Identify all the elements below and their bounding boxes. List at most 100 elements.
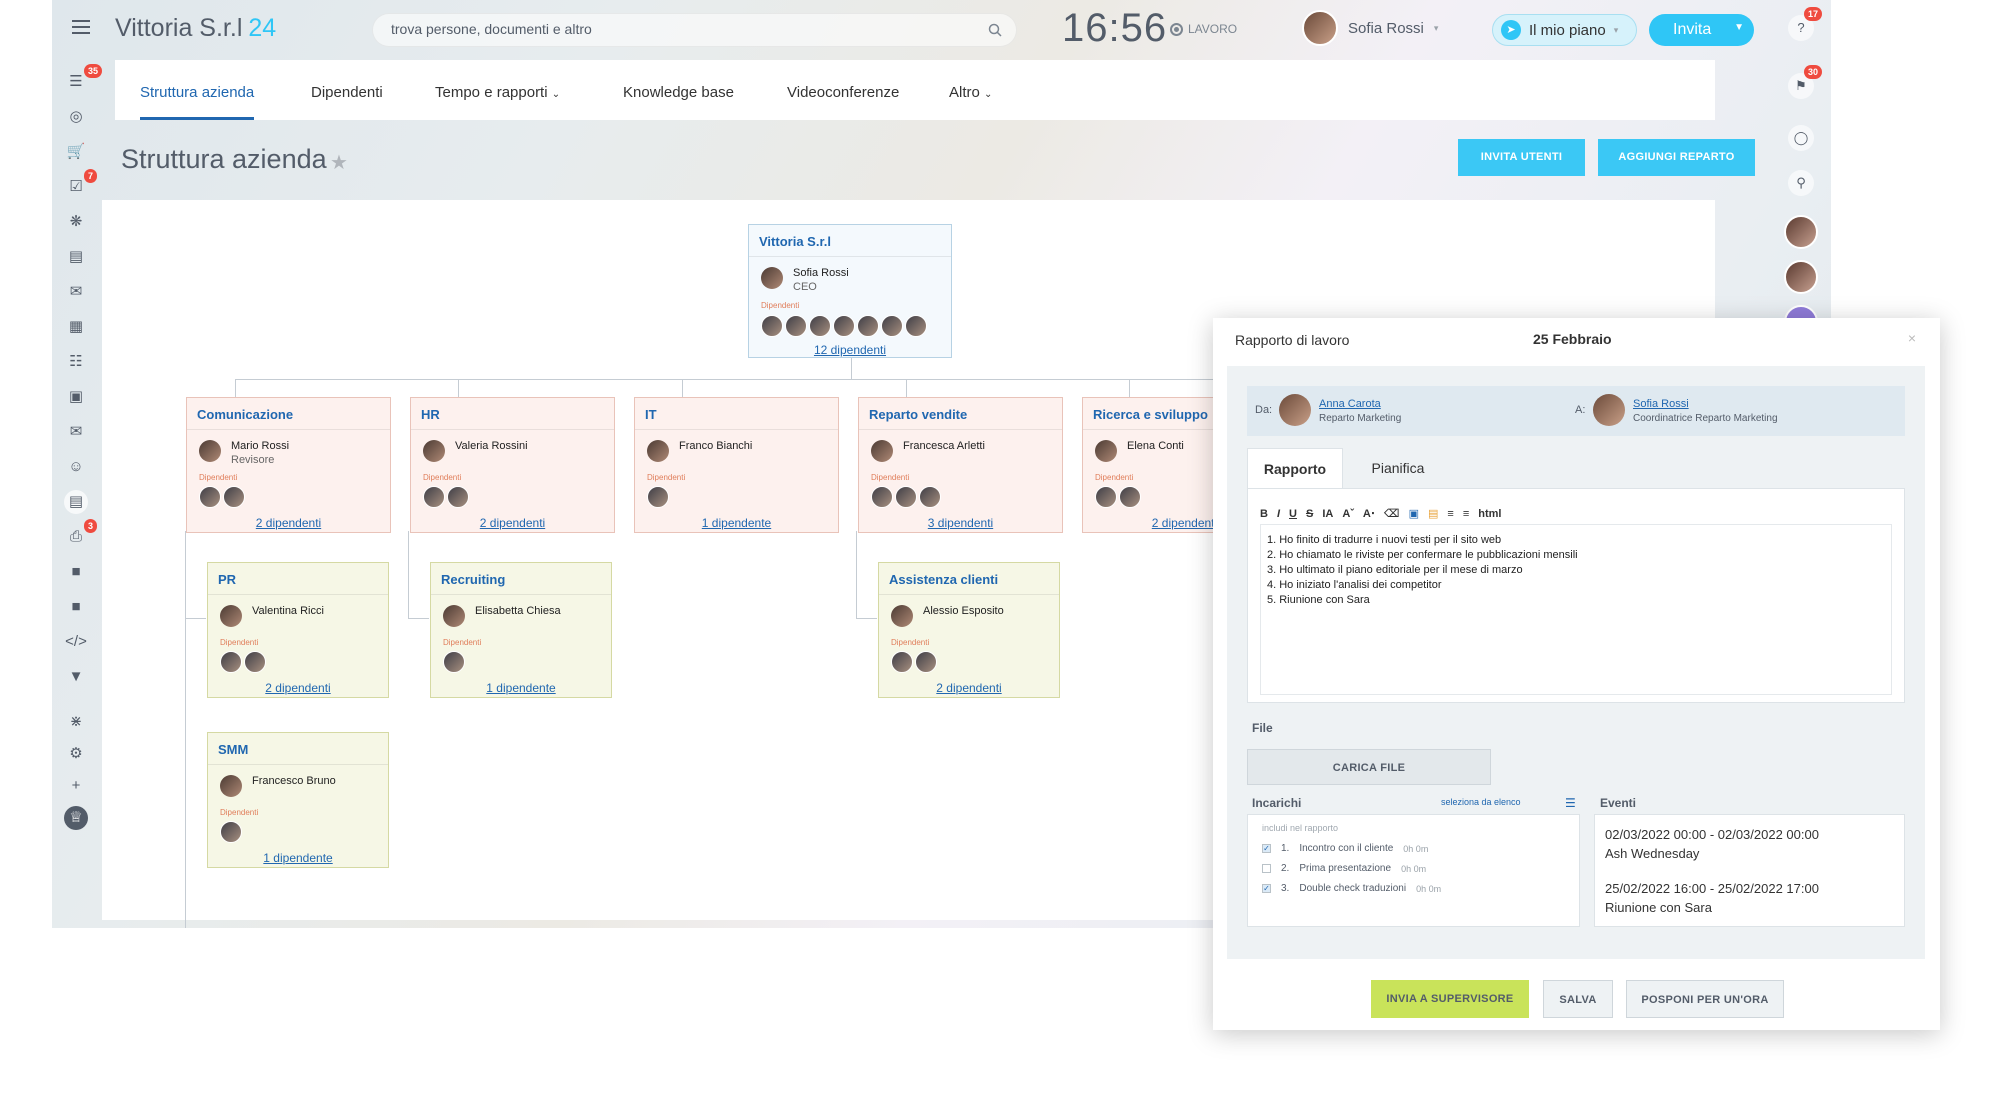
employee-avatars[interactable] xyxy=(871,486,941,508)
help-icon[interactable]: ? 17 xyxy=(1788,7,1823,41)
node-head-person[interactable]: Franco Bianchi xyxy=(647,440,752,462)
search-input[interactable] xyxy=(391,21,971,37)
org-node-recruiting[interactable]: Recruiting Elisabetta Chiesa Dipendenti … xyxy=(430,562,612,698)
tab-rapporto[interactable]: Rapporto xyxy=(1247,448,1343,488)
org-node-hr[interactable]: HR Valeria Rossini Dipendenti 2 dipenden… xyxy=(410,397,615,533)
node-title[interactable]: Comunicazione xyxy=(187,398,390,430)
tab-videoconferenze[interactable]: Videoconferenze xyxy=(787,84,899,101)
cart-icon[interactable]: 🛒 xyxy=(64,140,88,164)
ordered-list-icon[interactable]: ≡ xyxy=(1447,508,1453,520)
printer-icon[interactable]: ⎙ 3 xyxy=(64,519,98,549)
tab-knowledge-base[interactable]: Knowledge base xyxy=(623,84,734,101)
puzzle-icon[interactable]: ❋ xyxy=(64,210,88,234)
group-icon[interactable]: ☺ xyxy=(64,455,88,479)
task-checkbox[interactable]: ✓ xyxy=(1262,884,1271,893)
menu-icon[interactable] xyxy=(72,20,90,34)
employee-avatars[interactable] xyxy=(1095,486,1141,508)
node-head-person[interactable]: Mario Rossi Revisore xyxy=(199,440,289,466)
tab-dipendenti[interactable]: Dipendenti xyxy=(311,84,383,101)
italic-icon[interactable]: I xyxy=(1277,508,1280,520)
list-icon[interactable]: ☰ xyxy=(1565,796,1576,810)
select-from-list-link[interactable]: seleziona da elenco xyxy=(1441,797,1521,807)
node-head-person[interactable]: Francesco Bruno xyxy=(220,775,336,797)
add-department-button[interactable]: AGGIUNGI REPARTO xyxy=(1598,139,1755,176)
chat-bubble-icon[interactable]: ◯ xyxy=(1788,125,1814,151)
org-node-it[interactable]: IT Franco Bianchi Dipendenti 1 dipendent… xyxy=(634,397,839,533)
mail-icon[interactable]: ✉ xyxy=(64,420,88,444)
postpone-button[interactable]: POSPONI PER UN'ORA xyxy=(1626,980,1784,1018)
avatar[interactable] xyxy=(1784,260,1818,294)
bullet-list-icon[interactable]: ≡ xyxy=(1463,508,1469,520)
employee-avatars[interactable] xyxy=(199,486,245,508)
employee-avatars[interactable] xyxy=(443,651,465,673)
employees-count-link[interactable]: 12 dipendenti xyxy=(749,343,951,357)
invite-button[interactable]: Invita ▼ xyxy=(1649,14,1754,46)
highlight-icon[interactable]: A⋅ xyxy=(1363,507,1375,520)
task-checkbox[interactable]: ✓ xyxy=(1262,844,1271,853)
calendar-icon[interactable]: ▦ xyxy=(64,315,88,339)
tab-tempo-e-rapporti[interactable]: Tempo e rapporti ⌄ xyxy=(435,84,560,101)
image-icon[interactable]: ▣ xyxy=(1409,507,1419,520)
employees-count-link[interactable]: 1 dipendente xyxy=(208,851,388,865)
save-button[interactable]: SALVA xyxy=(1543,980,1613,1018)
employees-count-link[interactable]: 1 dipendente xyxy=(431,681,611,695)
employee-avatars[interactable] xyxy=(761,315,927,337)
bold-icon[interactable]: B xyxy=(1260,508,1268,520)
box-icon[interactable]: ■ xyxy=(64,560,88,584)
chevron-down-icon[interactable]: ▼ xyxy=(1734,22,1744,33)
node-head-person[interactable]: Valentina Ricci xyxy=(220,605,324,627)
org-node-assistenza-clienti[interactable]: Assistenza clienti Alessio Esposito Dipe… xyxy=(878,562,1060,698)
task-row[interactable]: ✓ 1. Incontro con il cliente 0h 0m xyxy=(1262,843,1428,854)
org-node-comunicazione[interactable]: Comunicazione Mario Rossi Revisore Dipend… xyxy=(186,397,391,533)
upload-file-button[interactable]: CARICA FILE xyxy=(1247,749,1491,785)
employee-avatars[interactable] xyxy=(220,821,242,843)
work-status[interactable]: LAVORO xyxy=(1170,22,1237,36)
chevron-down-circle-icon[interactable]: ▼ xyxy=(64,665,88,689)
plus-icon[interactable]: + xyxy=(64,774,88,798)
employee-avatars[interactable] xyxy=(423,486,469,508)
employees-count-link[interactable]: 3 dipendenti xyxy=(859,516,1062,530)
from-name-link[interactable]: Anna Carota xyxy=(1319,398,1381,410)
table-icon[interactable]: ▤ xyxy=(1428,507,1438,520)
inbox-icon[interactable]: ▤ xyxy=(64,245,88,269)
node-head-person[interactable]: Elena Conti xyxy=(1095,440,1184,462)
code-icon[interactable]: </> xyxy=(64,630,88,654)
send-to-supervisor-button[interactable]: INVIA A SUPERVISORE xyxy=(1371,980,1529,1018)
task-row[interactable]: 2. Prima presentazione 0h 0m xyxy=(1262,863,1426,874)
employee-avatars[interactable] xyxy=(647,486,669,508)
employee-avatars[interactable] xyxy=(220,651,266,673)
sitemap-icon[interactable]: ⋇ xyxy=(64,710,88,734)
node-head-person[interactable]: Elisabetta Chiesa xyxy=(443,605,561,627)
contact-card-icon[interactable]: ▤ xyxy=(64,490,88,514)
search-icon[interactable]: ⚲ xyxy=(1788,170,1814,196)
node-title[interactable]: Recruiting xyxy=(431,563,611,595)
drive-icon[interactable]: ▣ xyxy=(64,385,88,409)
node-head-person[interactable]: Valeria Rossini xyxy=(423,440,528,462)
node-title[interactable]: Vittoria S.r.l xyxy=(749,225,951,257)
node-title[interactable]: PR xyxy=(208,563,388,595)
html-mode-button[interactable]: html xyxy=(1478,508,1501,520)
node-title[interactable]: Reparto vendite xyxy=(859,398,1062,430)
org-node-reparto-vendite[interactable]: Reparto vendite Francesca Arletti Dipend… xyxy=(858,397,1063,533)
org-node-root[interactable]: Vittoria S.r.l Sofia Rossi CEO Dipendenti… xyxy=(748,224,952,358)
crown-icon[interactable]: ♕ xyxy=(64,806,88,830)
user-menu[interactable]: Sofia Rossi ▾ xyxy=(1302,10,1438,46)
employees-count-link[interactable]: 2 dipendenti xyxy=(879,681,1059,695)
eraser-icon[interactable]: ⌫ xyxy=(1384,507,1400,520)
tab-pianifica[interactable]: Pianifica xyxy=(1347,448,1449,488)
node-head-person[interactable]: Francesca Arletti xyxy=(871,440,985,462)
font-size-icon[interactable]: IA xyxy=(1322,508,1333,520)
employee-avatars[interactable] xyxy=(891,651,937,673)
node-title[interactable]: SMM xyxy=(208,733,388,765)
document-icon[interactable]: ☷ xyxy=(64,350,88,374)
employees-count-link[interactable]: 2 dipendenti xyxy=(411,516,614,530)
avatar[interactable] xyxy=(1784,215,1818,249)
chat-icon[interactable]: ✉ xyxy=(64,280,88,304)
employees-count-link[interactable]: 1 dipendente xyxy=(635,516,838,530)
search-box[interactable] xyxy=(372,13,1017,47)
org-node-smm[interactable]: SMM Francesco Bruno Dipendenti 1 dipende… xyxy=(207,732,389,868)
search-icon[interactable] xyxy=(988,23,1002,37)
target-icon[interactable]: ◎ xyxy=(64,105,88,129)
strikethrough-icon[interactable]: S xyxy=(1306,508,1313,520)
star-icon[interactable]: ★ xyxy=(330,150,348,175)
